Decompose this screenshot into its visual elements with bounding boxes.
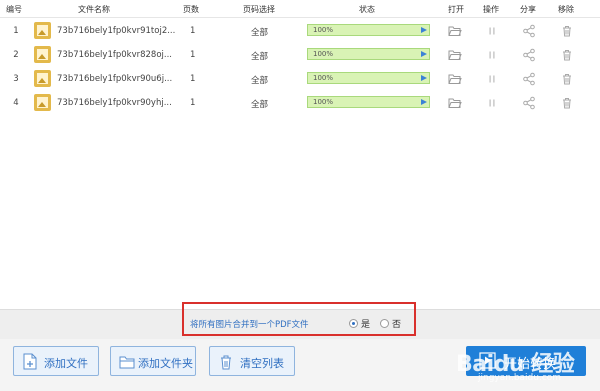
table-row[interactable]: 1 73b716bely1fp0kvr91toj2... 1 全部 100% [0, 19, 600, 43]
trash-icon[interactable] [560, 48, 574, 62]
clear-list-label: 清空列表 [240, 357, 284, 370]
play-icon[interactable] [421, 98, 427, 105]
row-index: 3 [13, 74, 19, 84]
progress-label: 100% [313, 50, 334, 58]
image-file-icon [34, 70, 51, 87]
add-folder-label: 添加文件夹 [138, 357, 193, 370]
add-file-button[interactable]: 添加文件 [13, 346, 99, 376]
play-icon[interactable] [421, 74, 427, 81]
add-file-icon [23, 353, 37, 370]
clear-list-button[interactable]: 清空列表 [209, 346, 295, 376]
progress-label: 100% [313, 26, 334, 34]
play-icon[interactable] [421, 26, 427, 33]
image-file-icon [34, 94, 51, 111]
row-index: 1 [13, 26, 19, 36]
pause-icon[interactable] [485, 96, 499, 110]
trash-icon[interactable] [560, 72, 574, 86]
header-filename: 文件名称 [78, 5, 110, 14]
folder-open-icon[interactable] [448, 72, 462, 86]
merge-no-label[interactable]: 否 [392, 317, 401, 330]
clear-list-icon [221, 355, 231, 370]
row-index: 2 [13, 50, 19, 60]
trash-icon[interactable] [560, 96, 574, 110]
row-page-select[interactable]: 全部 [251, 98, 268, 110]
folder-open-icon[interactable] [448, 96, 462, 110]
progress-label: 100% [313, 74, 334, 82]
pause-icon[interactable] [485, 24, 499, 38]
merge-no-radio[interactable] [380, 319, 389, 328]
row-pages: 1 [190, 50, 196, 60]
row-filename: 73b716bely1fp0kvr828oj... [57, 50, 172, 60]
table-row[interactable]: 3 73b716bely1fp0kvr90u6j... 1 全部 100% [0, 67, 600, 91]
header-open: 打开 [448, 5, 464, 14]
row-page-select[interactable]: 全部 [251, 26, 268, 38]
row-filename: 73b716bely1fp0kvr91toj2... [57, 26, 176, 36]
add-folder-icon [119, 356, 135, 369]
progress-bar: 100% [307, 72, 430, 84]
play-icon[interactable] [421, 50, 427, 57]
share-icon[interactable] [522, 72, 536, 86]
add-folder-button[interactable]: 添加文件夹 [110, 346, 196, 376]
row-pages: 1 [190, 74, 196, 84]
header-status: 状态 [359, 5, 375, 14]
merge-yes-radio[interactable] [349, 319, 358, 328]
share-icon[interactable] [522, 48, 536, 62]
share-icon[interactable] [522, 96, 536, 110]
share-icon[interactable] [522, 24, 536, 38]
table-row[interactable]: 4 73b716bely1fp0kvr90yhj... 1 全部 100% [0, 91, 600, 115]
row-index: 4 [13, 98, 19, 108]
row-filename: 73b716bely1fp0kvr90yhj... [57, 98, 172, 108]
header-remove: 移除 [558, 5, 574, 14]
header-operate: 操作 [483, 5, 499, 14]
progress-label: 100% [313, 98, 334, 106]
image-file-icon [34, 46, 51, 63]
row-filename: 73b716bely1fp0kvr90u6j... [57, 74, 173, 84]
add-file-label: 添加文件 [44, 357, 88, 370]
merge-yes-label[interactable]: 是 [361, 317, 370, 330]
table-row[interactable]: 2 73b716bely1fp0kvr828oj... 1 全部 100% [0, 43, 600, 67]
progress-bar: 100% [307, 96, 430, 108]
baidu-watermark-url: jingyan.baidu.com [478, 373, 562, 383]
image-file-icon [34, 22, 51, 39]
folder-open-icon[interactable] [448, 48, 462, 62]
table-header: 编号 文件名称 页数 页码选择 状态 打开 操作 分享 移除 [0, 0, 600, 18]
header-index: 编号 [6, 5, 22, 14]
progress-bar: 100% [307, 24, 430, 36]
folder-open-icon[interactable] [448, 24, 462, 38]
row-pages: 1 [190, 98, 196, 108]
progress-bar: 100% [307, 48, 430, 60]
pause-icon[interactable] [485, 72, 499, 86]
merge-option-label: 将所有图片合并到一个PDF文件 [190, 320, 309, 330]
row-pages: 1 [190, 26, 196, 36]
pause-icon[interactable] [485, 48, 499, 62]
trash-icon[interactable] [560, 24, 574, 38]
header-pages: 页数 [183, 5, 199, 14]
header-share: 分享 [520, 5, 536, 14]
header-page-select: 页码选择 [243, 5, 275, 14]
row-page-select[interactable]: 全部 [251, 74, 268, 86]
row-page-select[interactable]: 全部 [251, 50, 268, 62]
